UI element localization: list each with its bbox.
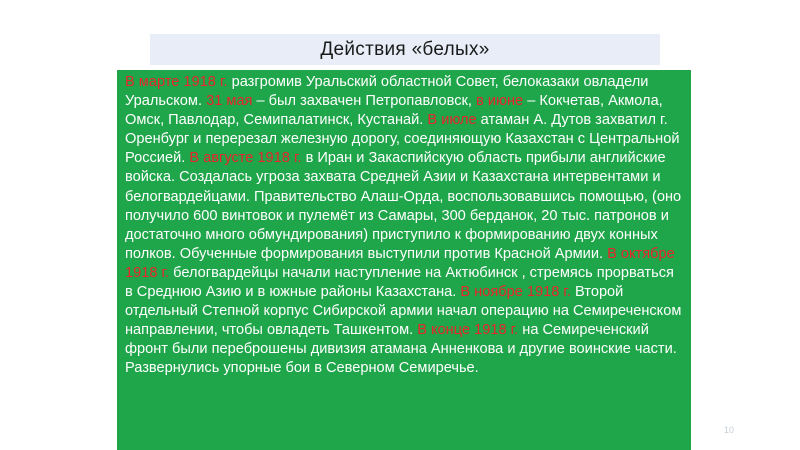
date-highlight: В августе 1918 г. [189,150,302,167]
date-highlight: В июле [427,112,477,129]
text-run: в Иран и Закаспийскую область прибыли ан… [125,150,682,262]
text-run: – был захвачен Петропавловск, [252,93,477,110]
date-highlight: В марте 1918 г. [125,74,228,90]
body-paragraph: В марте 1918 г. разгромив Уральский обла… [125,73,685,379]
date-highlight: В конце 1918 г. [417,322,519,339]
page-number: 10 [724,425,735,435]
slide-title: Действия «белых» [150,34,660,65]
content-box: В марте 1918 г. разгромив Уральский обла… [117,70,691,450]
date-highlight: 31 мая [206,93,253,110]
date-highlight: В ноябре 1918 г. [460,284,571,301]
date-highlight: в июне [476,93,524,110]
